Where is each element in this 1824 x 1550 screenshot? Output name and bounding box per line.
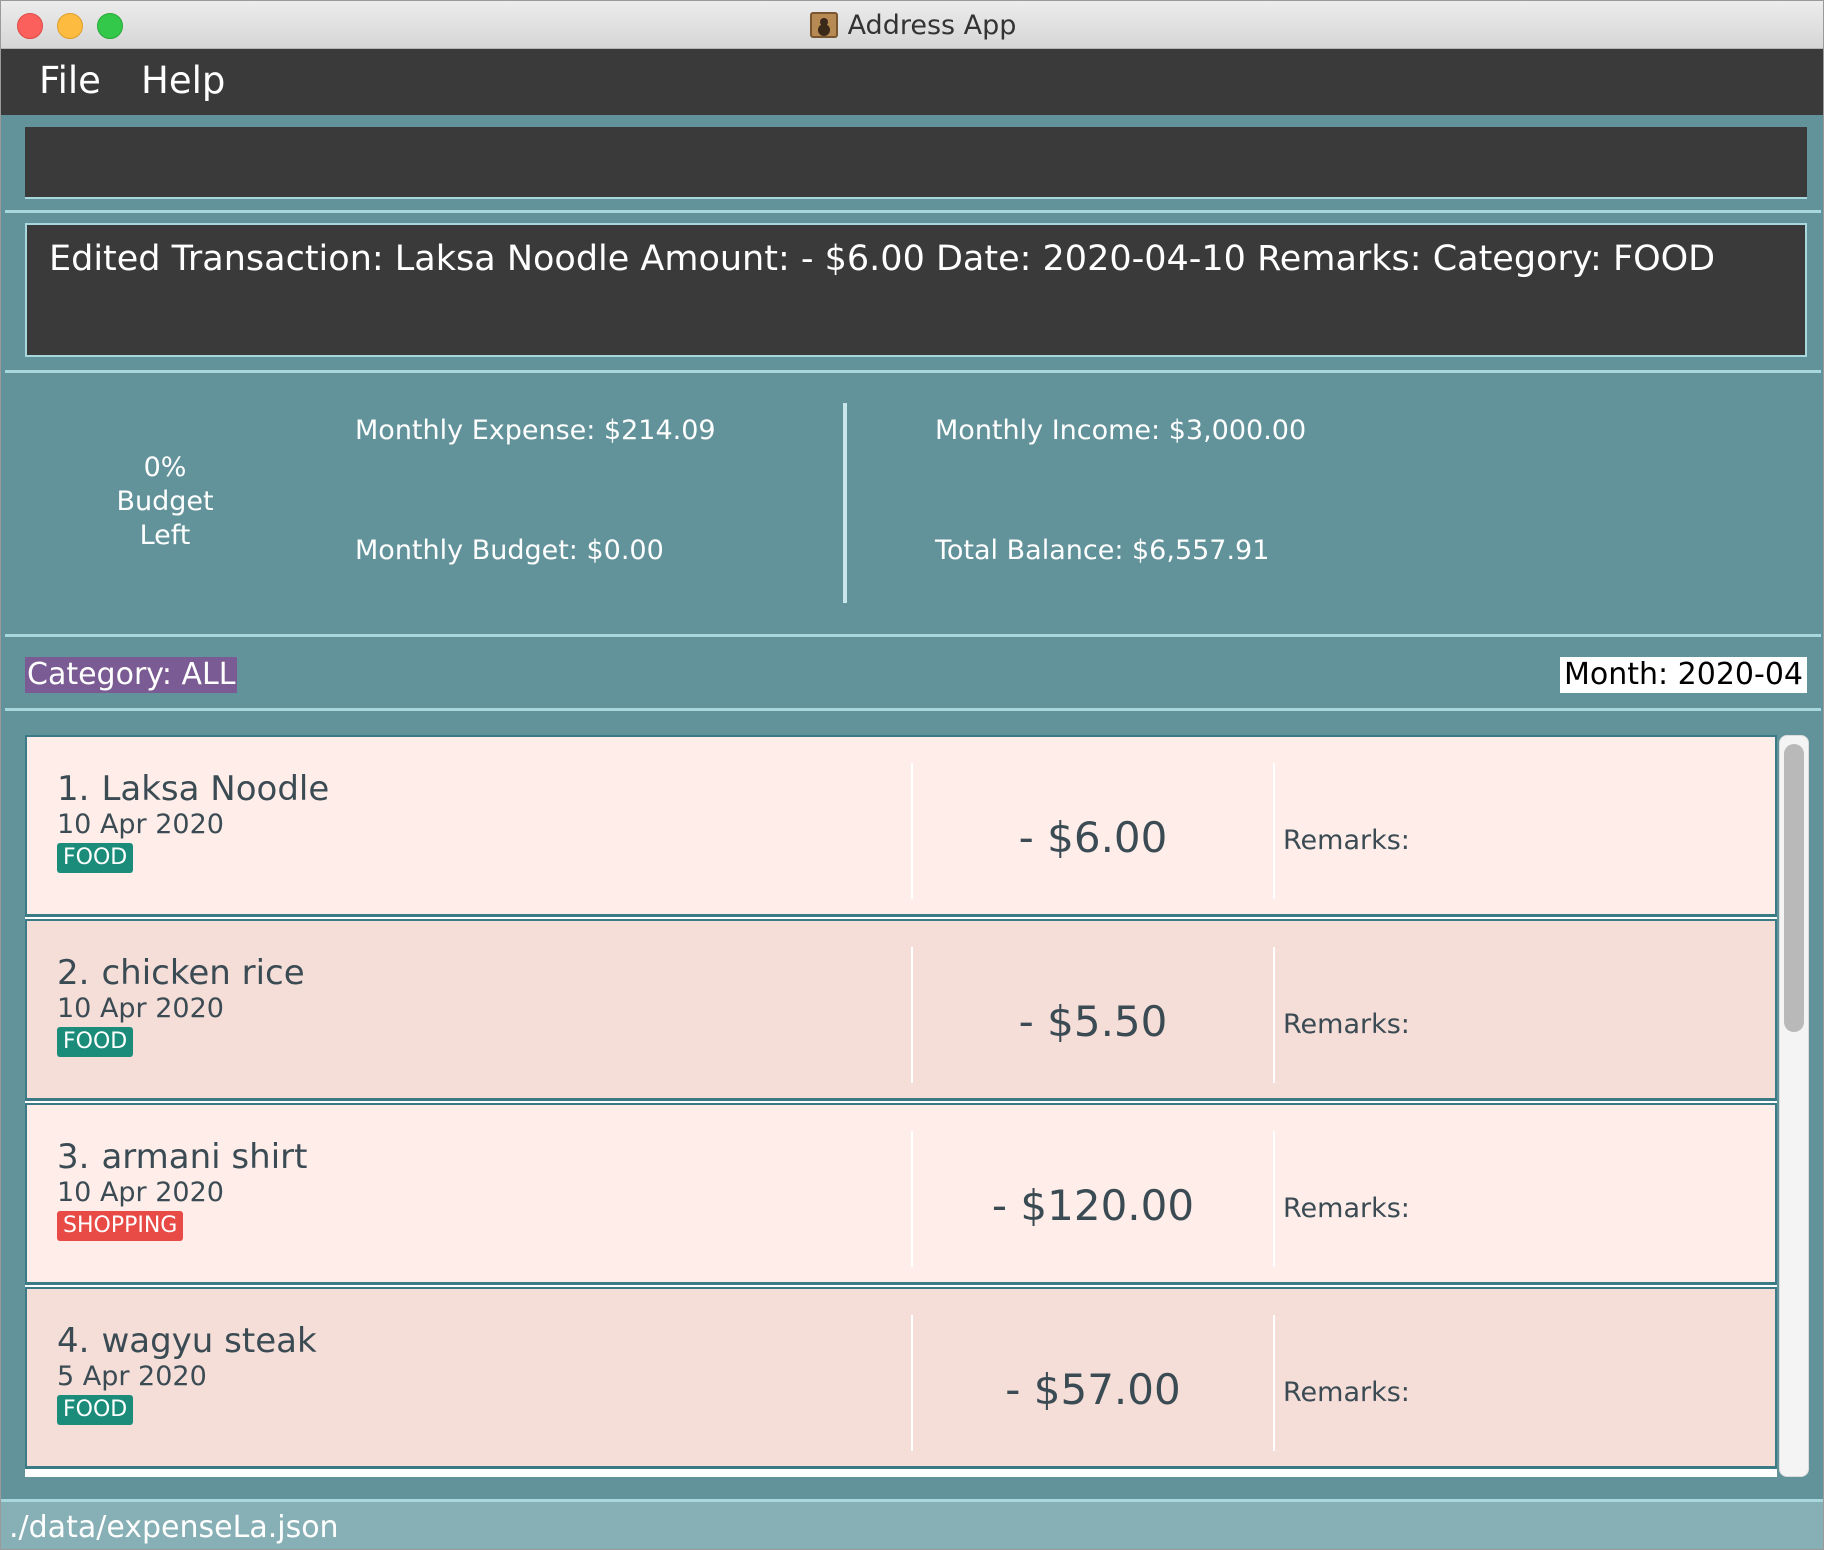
status-bar: ./data/expenseLa.json [1,1499,1823,1549]
result-display[interactable]: Edited Transaction: Laksa Noodle Amount:… [25,223,1807,357]
transaction-index: 1. [57,769,90,809]
app-window: Address App File Help Edited Transaction… [0,0,1824,1550]
card-divider [1273,1131,1275,1267]
category-tag: FOOD [57,843,134,873]
transaction-remarks: Remarks: [1283,825,1410,856]
result-display-panel: Edited Transaction: Laksa Noodle Amount:… [5,215,1821,373]
category-tag: SHOPPING [57,1211,184,1241]
window-title: Address App [847,10,1017,41]
budget-left-suffix: Left [139,520,191,551]
budget-summary-panel: 0% Budget Left Monthly Expense: $214.09 … [5,375,1821,637]
transaction-amount: - $5.50 [1018,997,1168,1046]
address-book-icon [809,12,838,38]
category-tag: FOOD [57,1395,134,1425]
transaction-card[interactable]: 4. wagyu steak 5 Apr 2020 FOOD - $57.00 R… [25,1287,1777,1469]
summary-divider [843,403,847,603]
data-file-path: ./data/expenseLa.json [9,1510,339,1545]
transaction-index: 2. [57,953,90,993]
transaction-name: armani shirt [101,1137,308,1177]
month-filter-badge: Month: 2020-04 [1559,657,1807,693]
transaction-name: Laksa Noodle [101,769,330,809]
command-box-panel [5,117,1821,213]
budget-left-percent: 0% [143,452,187,483]
transaction-title: 2. chicken rice [57,953,305,993]
scrollbar-thumb[interactable] [1784,744,1804,1032]
monthly-budget: Monthly Budget: $0.00 [355,535,664,566]
menu-bar: File Help [1,49,1823,115]
filter-bar: Category: ALL Month: 2020-04 [5,639,1821,711]
command-input[interactable] [25,127,1807,199]
card-divider [1273,1315,1275,1451]
transaction-name: chicken rice [101,953,305,993]
transaction-date: 10 Apr 2020 [57,1177,224,1208]
monthly-income: Monthly Income: $3,000.00 [935,415,1307,446]
category-filter-badge: Category: ALL [25,657,238,693]
transaction-card[interactable]: 2. chicken rice 10 Apr 2020 FOOD - $5.50 … [25,919,1777,1101]
transaction-amount: - $6.00 [1018,813,1168,862]
transaction-name: wagyu steak [101,1321,317,1361]
budget-left-indicator: 0% Budget Left [65,451,265,553]
transaction-date: 5 Apr 2020 [57,1361,207,1392]
transaction-list[interactable]: 1. Laksa Noodle 10 Apr 2020 FOOD - $6.00 … [25,735,1777,1477]
transaction-title: 4. wagyu steak [57,1321,317,1361]
category-tag: FOOD [57,1027,134,1057]
transaction-remarks: Remarks: [1283,1377,1410,1408]
transaction-list-panel: 1. Laksa Noodle 10 Apr 2020 FOOD - $6.00 … [5,713,1821,1499]
window-title-container: Address App [1,10,1823,41]
transaction-index: 3. [57,1137,90,1177]
budget-left-word: Budget [116,486,214,517]
total-balance: Total Balance: $6,557.91 [935,535,1270,566]
monthly-expense: Monthly Expense: $214.09 [355,415,716,446]
transaction-remarks: Remarks: [1283,1193,1410,1224]
menu-help[interactable]: Help [141,59,225,102]
transaction-index: 4. [57,1321,90,1361]
transaction-date: 10 Apr 2020 [57,809,224,840]
transaction-amount: - $57.00 [1005,1365,1181,1414]
title-bar[interactable]: Address App [1,1,1823,49]
transaction-date: 10 Apr 2020 [57,993,224,1024]
card-divider [1273,763,1275,899]
list-scrollbar[interactable] [1779,735,1809,1477]
card-divider [1273,947,1275,1083]
transaction-card[interactable]: 3. armani shirt 10 Apr 2020 SHOPPING - $1… [25,1103,1777,1285]
transaction-remarks: Remarks: [1283,1009,1410,1040]
transaction-card[interactable]: 1. Laksa Noodle 10 Apr 2020 FOOD - $6.00 … [25,735,1777,917]
transaction-title: 1. Laksa Noodle [57,769,329,809]
menu-file[interactable]: File [39,59,101,102]
transaction-amount: - $120.00 [991,1181,1195,1230]
transaction-title: 3. armani shirt [57,1137,307,1177]
